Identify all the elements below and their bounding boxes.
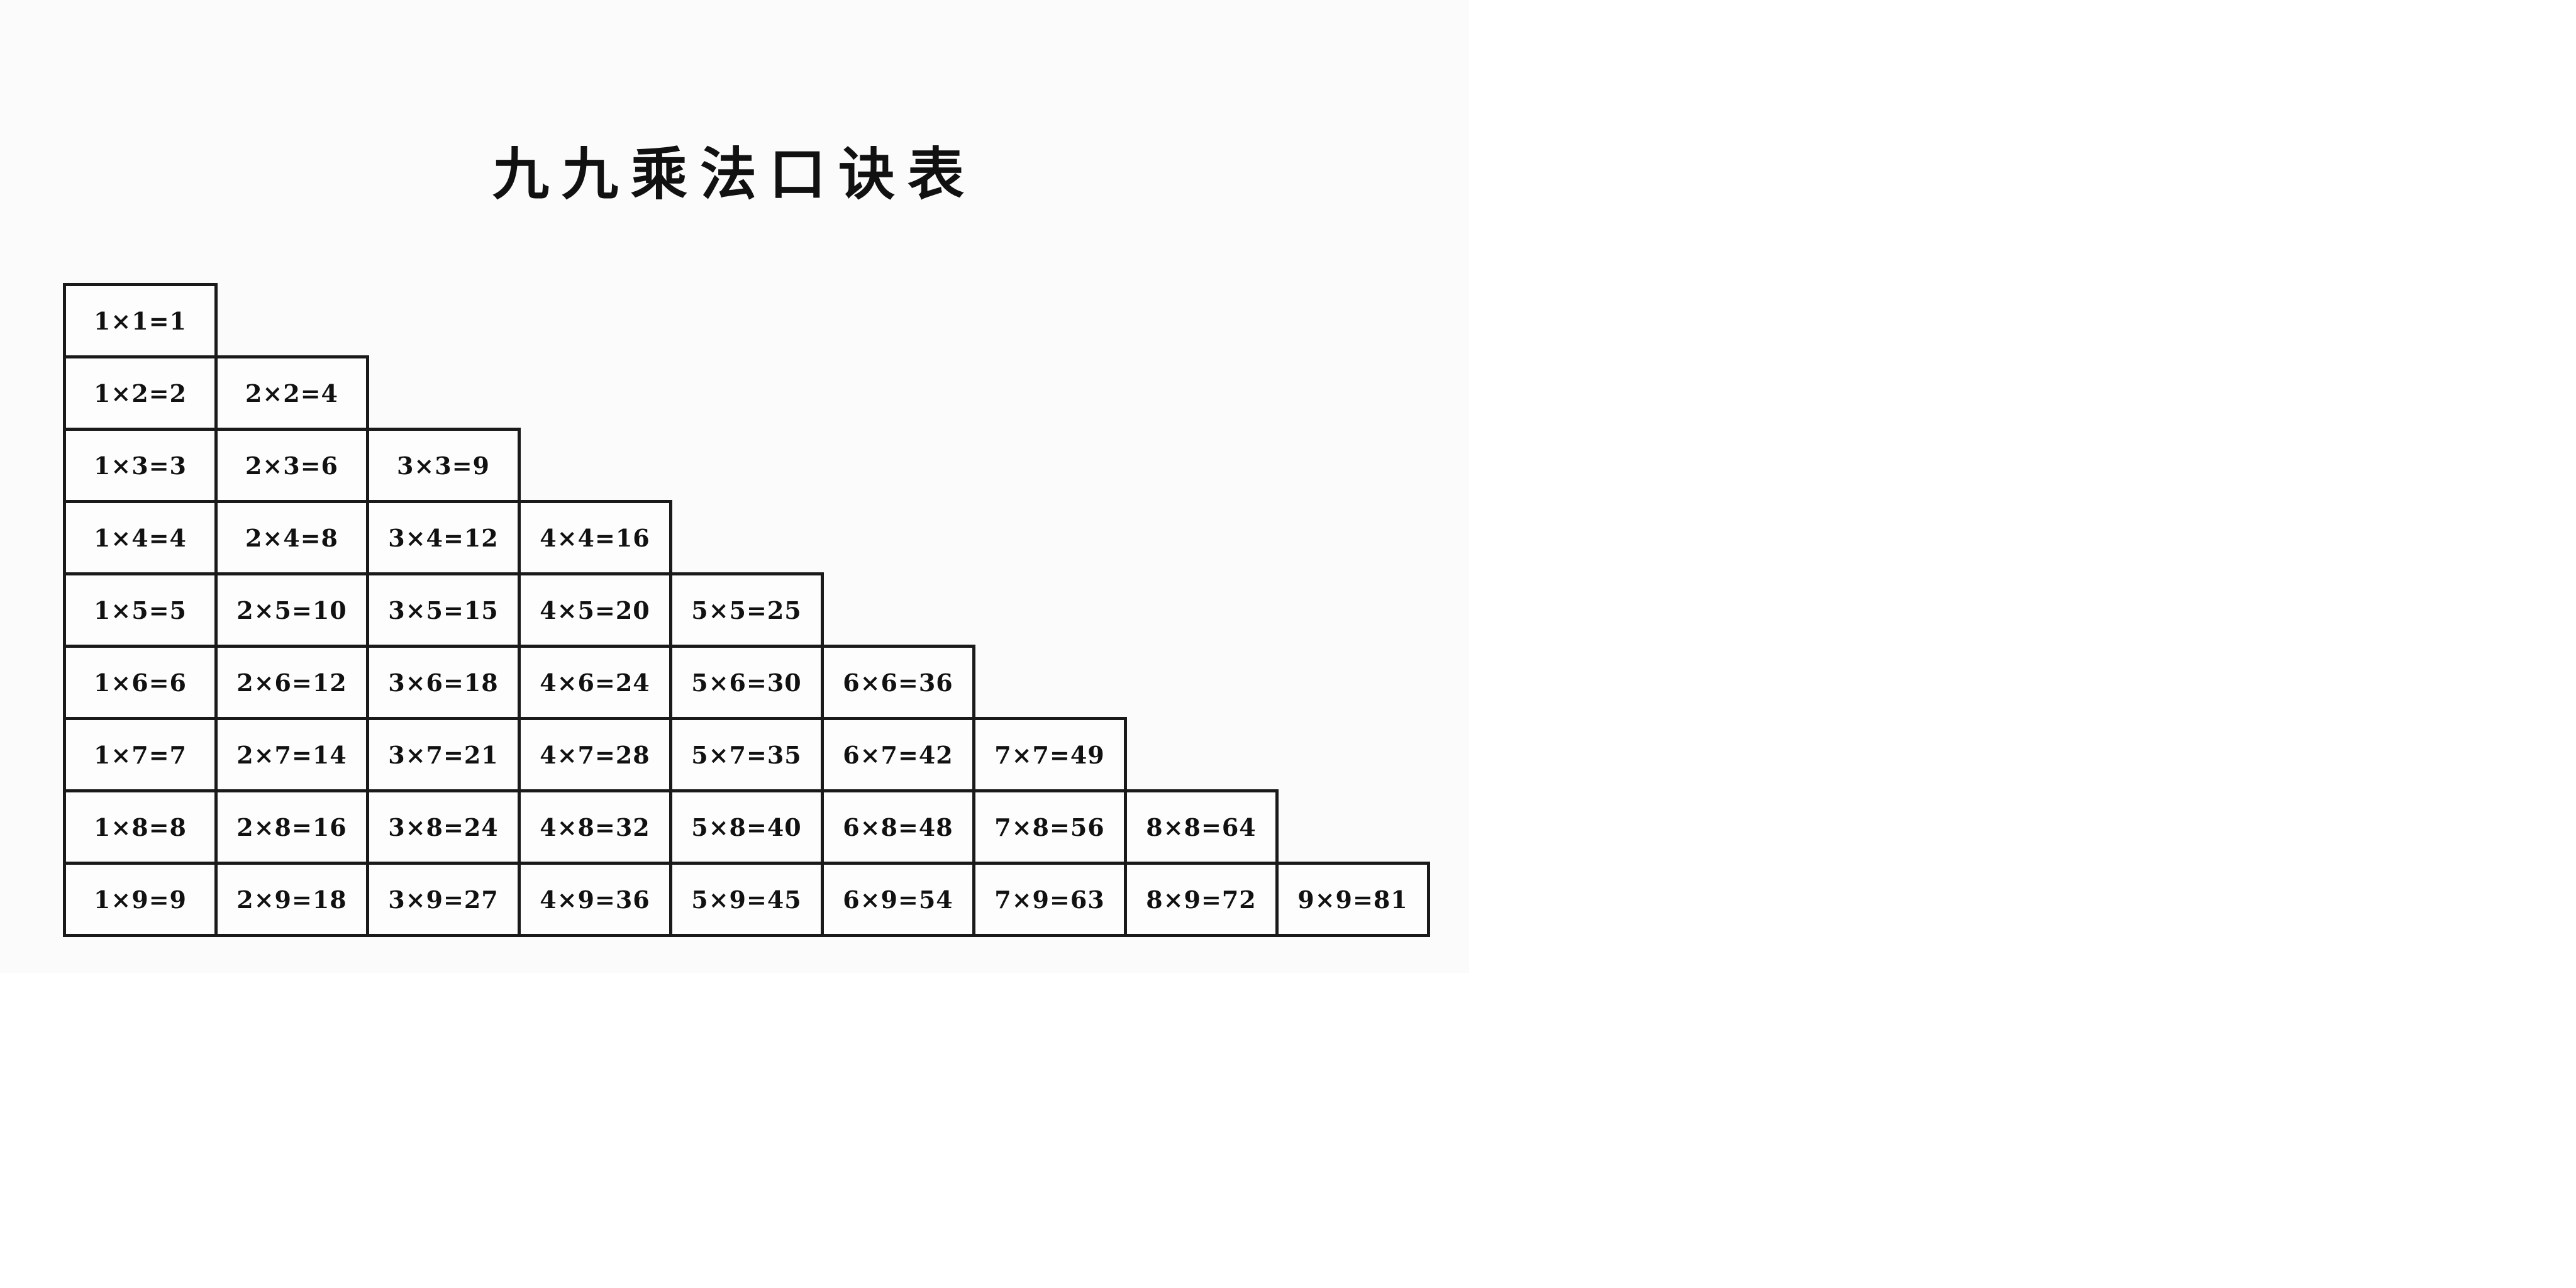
table-cell: 6×9=54	[821, 862, 975, 937]
table-cell: 3×6=18	[366, 645, 521, 720]
table-cell: 1×4=4	[63, 500, 218, 575]
table-cell: 3×5=15	[366, 572, 521, 648]
table-cell: 6×8=48	[821, 789, 975, 865]
table-cell: 1×1=1	[63, 283, 218, 358]
table-cell: 9×9=81	[1275, 862, 1430, 937]
table-cell: 7×9=63	[972, 862, 1127, 937]
table-cell: 4×7=28	[518, 717, 672, 792]
table-cell: 1×3=3	[63, 428, 218, 503]
table-cell: 4×5=20	[518, 572, 672, 648]
table-cell: 3×8=24	[366, 789, 521, 865]
table-cell: 2×5=10	[214, 572, 369, 648]
table-cell: 5×6=30	[669, 645, 824, 720]
table-cell: 3×7=21	[366, 717, 521, 792]
table-cell: 8×8=64	[1124, 789, 1279, 865]
table-cell: 3×9=27	[366, 862, 521, 937]
table-cell: 8×9=72	[1124, 862, 1279, 937]
table-cell: 5×5=25	[669, 572, 824, 648]
table-cell: 1×2=2	[63, 355, 218, 431]
table-cell: 6×7=42	[821, 717, 975, 792]
table-cell: 5×9=45	[669, 862, 824, 937]
table-cell: 5×8=40	[669, 789, 824, 865]
table-cell: 2×4=8	[214, 500, 369, 575]
table-cell: 5×7=35	[669, 717, 824, 792]
table-cell: 3×4=12	[366, 500, 521, 575]
table-cell: 4×4=16	[518, 500, 672, 575]
table-cell: 7×7=49	[972, 717, 1127, 792]
multiplication-table-sheet: 九九乘法口诀表 1×1=1 1×2=2 2×2=4 1×3=3 2×3=6 3×3=9 1×…	[0, 0, 1469, 973]
table-cell: 3×3=9	[366, 428, 521, 503]
table-cell: 4×6=24	[518, 645, 672, 720]
table-cell: 1×8=8	[63, 789, 218, 865]
table-cell: 2×7=14	[214, 717, 369, 792]
table-cell: 4×8=32	[518, 789, 672, 865]
table-cell: 4×9=36	[518, 862, 672, 937]
table-cell: 2×8=16	[214, 789, 369, 865]
table-cell: 1×6=6	[63, 645, 218, 720]
multiplication-grid: 1×1=1 1×2=2 2×2=4 1×3=3 2×3=6 3×3=9 1×4=4 2×4=8…	[0, 0, 1469, 973]
table-cell: 6×6=36	[821, 645, 975, 720]
table-cell: 2×3=6	[214, 428, 369, 503]
table-cell: 7×8=56	[972, 789, 1127, 865]
table-cell: 2×9=18	[214, 862, 369, 937]
table-cell: 1×9=9	[63, 862, 218, 937]
table-cell: 1×7=7	[63, 717, 218, 792]
table-cell: 1×5=5	[63, 572, 218, 648]
table-cell: 2×6=12	[214, 645, 369, 720]
table-cell: 2×2=4	[214, 355, 369, 431]
